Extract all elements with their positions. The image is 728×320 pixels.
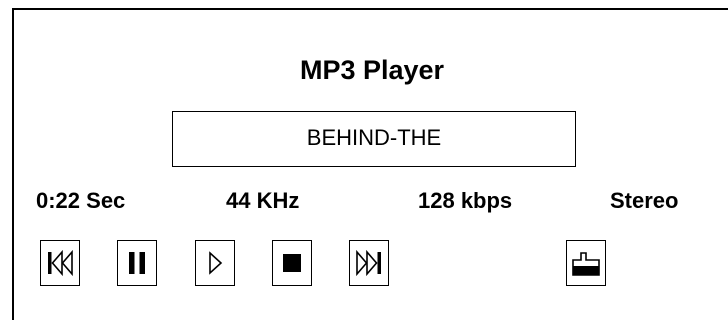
sample-rate: 44 KHz (226, 188, 300, 213)
next-button[interactable] (349, 240, 389, 286)
play-icon (209, 251, 223, 275)
stop-button[interactable] (272, 240, 312, 286)
folder-icon (572, 252, 600, 276)
bitrate: 128 kbps (418, 188, 513, 213)
track-name-display: BEHIND-THE (172, 111, 576, 167)
player-title: MP3 Player (299, 55, 445, 85)
stop-icon (283, 254, 301, 272)
play-button[interactable] (195, 240, 235, 286)
pause-icon (129, 252, 145, 274)
skip-back-icon (48, 249, 73, 277)
skip-forward-icon (356, 249, 381, 277)
channel-mode: Stereo (610, 188, 679, 213)
open-file-button[interactable] (566, 240, 606, 286)
pause-button[interactable] (117, 240, 157, 286)
elapsed-time: 0:22 Sec (36, 188, 126, 213)
previous-button[interactable] (40, 240, 80, 286)
